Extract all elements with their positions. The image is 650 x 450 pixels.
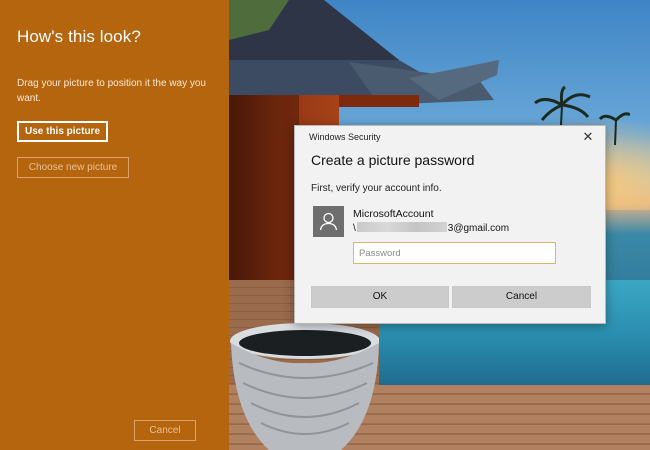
windows-security-dialog: Windows Security ✕ Create a picture pass… bbox=[294, 125, 606, 324]
ok-button[interactable]: OK bbox=[311, 286, 449, 308]
dialog-heading: Create a picture password bbox=[311, 152, 475, 168]
user-icon bbox=[313, 206, 344, 237]
dialog-subtext: First, verify your account info. bbox=[311, 183, 442, 194]
email-prefix: \ bbox=[353, 223, 356, 234]
dialog-caption: Windows Security bbox=[309, 132, 381, 142]
use-this-picture-button[interactable]: Use this picture bbox=[17, 121, 108, 142]
instructions-text: Drag your picture to position it the way… bbox=[17, 78, 206, 104]
side-cancel-button[interactable]: Cancel bbox=[134, 420, 196, 441]
choose-new-picture-button[interactable]: Choose new picture bbox=[17, 157, 129, 178]
email-suffix: 3@gmail.com bbox=[447, 223, 510, 234]
email-redaction bbox=[356, 222, 447, 232]
cancel-button[interactable]: Cancel bbox=[452, 286, 591, 308]
house-wall-shadow bbox=[229, 95, 299, 285]
picture-password-side-panel: How's this look? Drag your picture to po… bbox=[0, 0, 229, 450]
page-title: How's this look? bbox=[17, 27, 141, 46]
dialog-titlebar[interactable]: Windows Security ✕ bbox=[295, 126, 605, 148]
password-field[interactable] bbox=[353, 242, 556, 264]
close-icon[interactable]: ✕ bbox=[580, 129, 596, 145]
planter-bowl bbox=[230, 323, 379, 450]
account-email: \ 3@gmail.com bbox=[353, 222, 509, 234]
account-name: MicrosoftAccount bbox=[353, 208, 434, 220]
